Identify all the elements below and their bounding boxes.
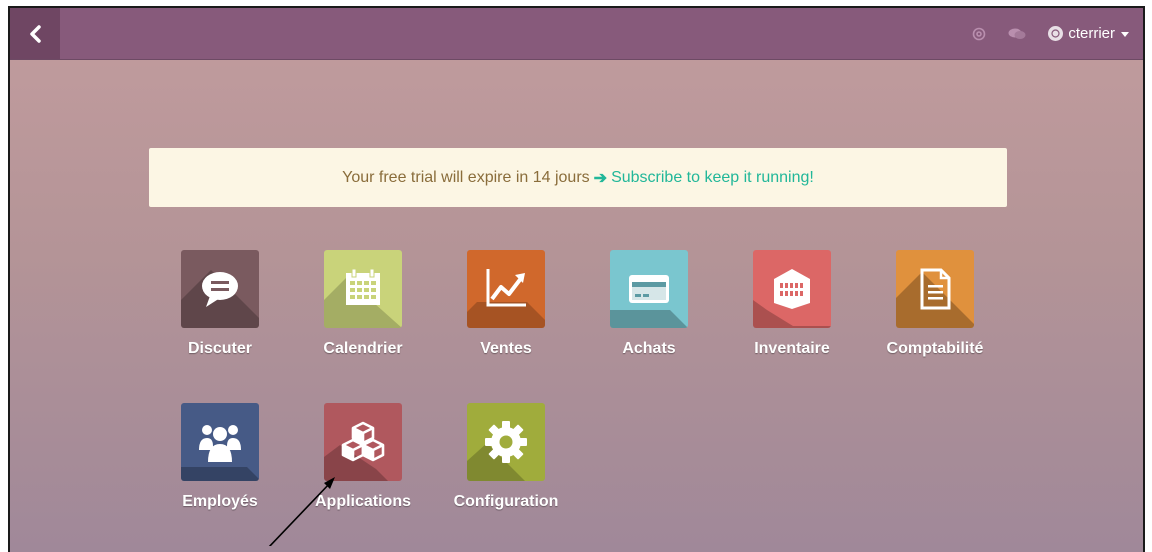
annotation-arrow-icon [268, 477, 335, 546]
